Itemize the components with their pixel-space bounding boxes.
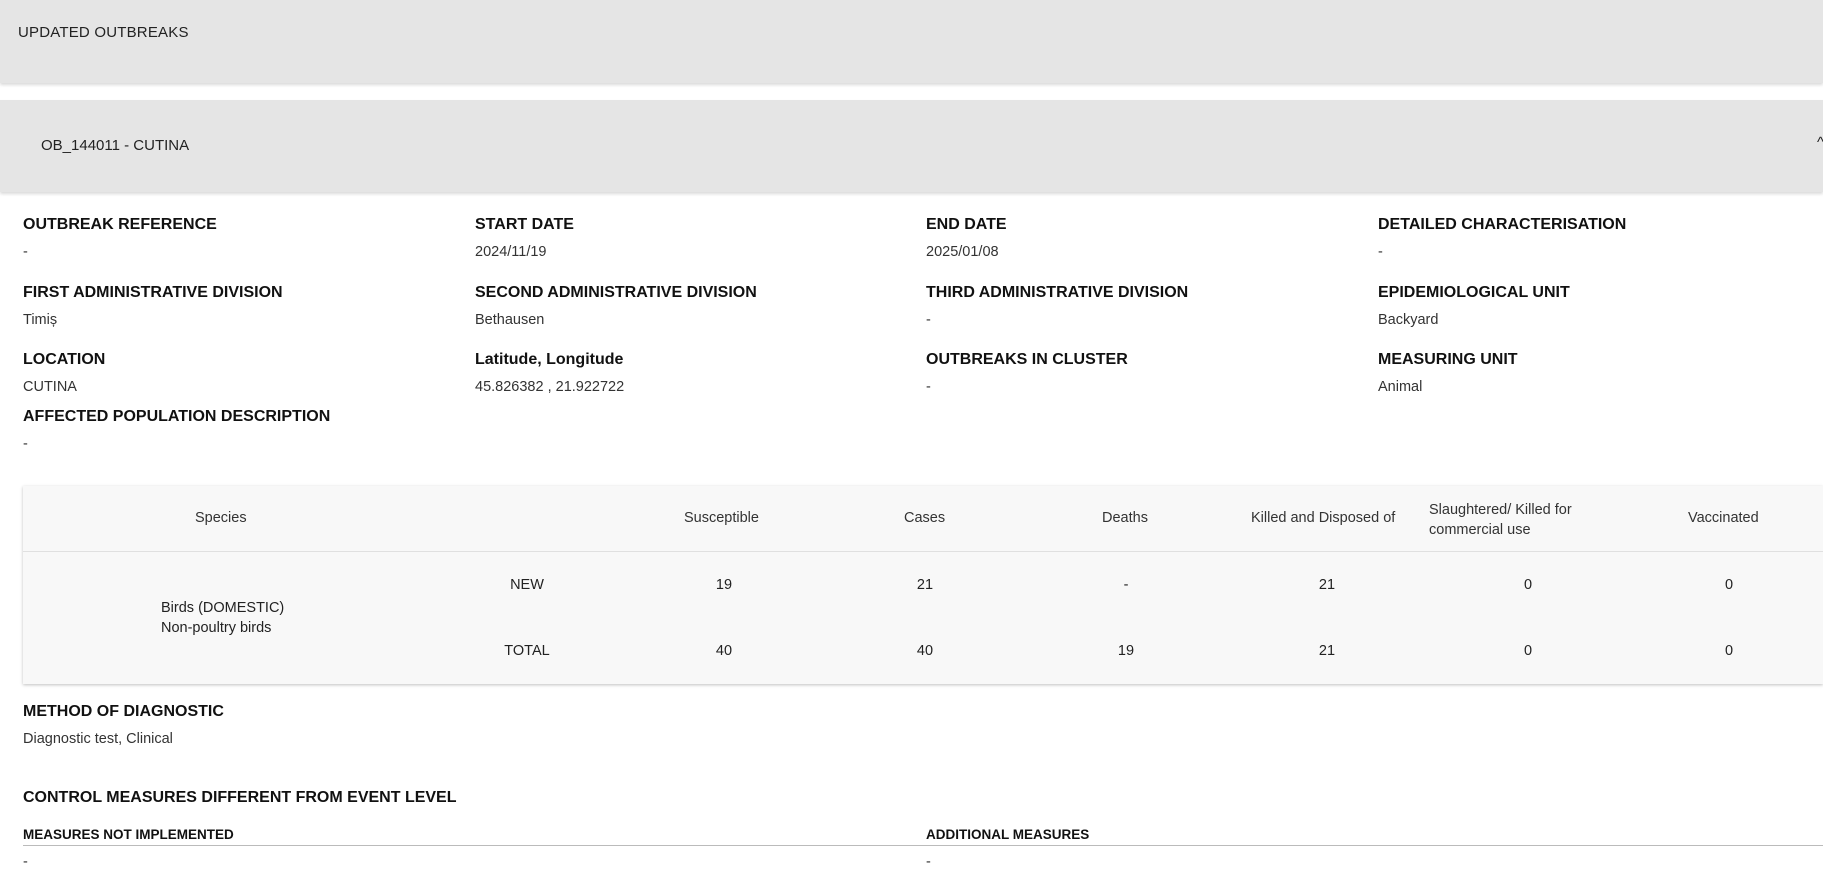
col-header-vaccinated: Vaccinated [1688, 510, 1759, 526]
row-new-killed: 21 [1318, 577, 1336, 593]
field-value: - [926, 379, 931, 395]
row-total-vaccinated: 0 [1724, 643, 1734, 659]
additional-measures-value: - [926, 854, 931, 870]
field-label: LOCATION [23, 351, 106, 368]
header-divider [23, 551, 1823, 552]
field-outbreak-reference: OUTBREAK REFERENCE - [23, 216, 217, 260]
field-label: OUTBREAK REFERENCE [23, 216, 217, 233]
field-detailed-characterisation: DETAILED CHARACTERISATION - [1378, 216, 1626, 260]
field-label: OUTBREAKS IN CLUSTER [926, 351, 1128, 368]
field-value: - [1378, 244, 1383, 260]
field-value: - [23, 854, 28, 870]
col-header-slaughtered-line1: Slaughtered/ Killed for [1429, 502, 1572, 518]
species-cell: Birds (DOMESTIC) Non-poultry birds [161, 598, 284, 638]
row-total-cases: 40 [916, 643, 934, 659]
col-header-species: Species [195, 510, 247, 526]
field-label: Latitude, Longitude [475, 351, 624, 368]
row-new-type: NEW [510, 577, 544, 593]
field-value: - [926, 312, 931, 328]
field-start-date: START DATE 2024/11/19 [475, 216, 574, 260]
row-total-slaughtered: 0 [1523, 643, 1533, 659]
field-measuring-unit: MEASURING UNIT Animal [1378, 351, 1518, 395]
field-second-admin-division: SECOND ADMINISTRATIVE DIVISION Bethausen [475, 284, 757, 328]
field-label: METHOD OF DIAGNOSTIC [23, 703, 224, 720]
field-value: - [926, 854, 931, 870]
field-label: START DATE [475, 216, 574, 233]
col-header-deaths: Deaths [1102, 510, 1148, 526]
field-value: - [23, 436, 28, 452]
species-subtype: Non-poultry birds [161, 620, 272, 636]
field-label: SECOND ADMINISTRATIVE DIVISION [475, 284, 757, 301]
field-affected-population: AFFECTED POPULATION DESCRIPTION - [23, 408, 330, 452]
updated-outbreaks-header[interactable]: UPDATED OUTBREAKS [0, 0, 1823, 83]
field-value: Animal [1378, 379, 1423, 395]
row-new-slaughtered: 0 [1523, 577, 1533, 593]
field-label: DETAILED CHARACTERISATION [1378, 216, 1627, 233]
field-value: Bethausen [475, 312, 545, 328]
collapse-chevron-icon[interactable]: ^ [1817, 134, 1823, 151]
field-value: Diagnostic test, Clinical [23, 731, 173, 747]
col-header-susceptible: Susceptible [684, 510, 759, 526]
field-value: 2024/11/19 [475, 244, 547, 260]
row-total-deaths: 19 [1117, 643, 1135, 659]
col-header-slaughtered-line2: commercial use [1429, 522, 1531, 538]
field-value: 2025/01/08 [926, 244, 999, 260]
row-total-type: TOTAL [504, 643, 550, 659]
measures-not-implemented-value: - [23, 854, 28, 870]
field-value: 45.826382 , 21.922722 [475, 379, 625, 395]
control-measures-heading: CONTROL MEASURES DIFFERENT FROM EVENT LE… [23, 789, 457, 806]
field-value: Timiș [23, 312, 58, 328]
section-title: UPDATED OUTBREAKS [18, 24, 189, 41]
field-location: LOCATION CUTINA [23, 351, 105, 395]
measures-not-implemented-label: MEASURES NOT IMPLEMENTED [23, 827, 234, 842]
field-outbreaks-in-cluster: OUTBREAKS IN CLUSTER - [926, 351, 1128, 395]
species-table: Species Susceptible Cases Deaths Killed … [23, 486, 1823, 684]
field-value: Backyard [1378, 312, 1439, 328]
field-end-date: END DATE 2025/01/08 [926, 216, 1007, 260]
row-total-killed: 21 [1318, 643, 1336, 659]
field-label: END DATE [926, 216, 1007, 233]
outbreak-title: OB_144011 - CUTINA [41, 137, 190, 154]
col-header-killed: Killed and Disposed of [1251, 510, 1396, 526]
field-first-admin-division: FIRST ADMINISTRATIVE DIVISION Timiș [23, 284, 283, 328]
col-header-cases: Cases [904, 510, 946, 526]
field-label: FIRST ADMINISTRATIVE DIVISION [23, 284, 283, 301]
field-epidemiological-unit: EPIDEMIOLOGICAL UNIT Backyard [1378, 284, 1570, 328]
measures-divider [23, 845, 1823, 846]
field-value: - [23, 244, 28, 260]
field-label: THIRD ADMINISTRATIVE DIVISION [926, 284, 1189, 301]
control-measures-title: CONTROL MEASURES DIFFERENT FROM EVENT LE… [23, 789, 457, 807]
row-new-susceptible: 19 [715, 577, 733, 593]
row-new-deaths: - [1123, 577, 1129, 593]
row-total-susceptible: 40 [715, 643, 733, 659]
col-header-slaughtered: Slaughtered/ Killed for commercial use [1429, 500, 1572, 540]
field-method-of-diagnostic: METHOD OF DIAGNOSTIC Diagnostic test, Cl… [23, 703, 224, 747]
additional-measures-label: ADDITIONAL MEASURES [926, 827, 1090, 842]
field-label: EPIDEMIOLOGICAL UNIT [1378, 284, 1570, 301]
field-latitude-longitude: Latitude, Longitude 45.826382 , 21.92272… [475, 351, 624, 395]
field-third-admin-division: THIRD ADMINISTRATIVE DIVISION - [926, 284, 1188, 328]
species-name: Birds (DOMESTIC) [161, 600, 285, 616]
field-label: AFFECTED POPULATION DESCRIPTION [23, 408, 331, 425]
row-new-cases: 21 [916, 577, 934, 593]
row-new-vaccinated: 0 [1724, 577, 1734, 593]
outbreak-accordion-header[interactable]: OB_144011 - CUTINA ^ [0, 100, 1823, 192]
field-label: MEASURING UNIT [1378, 351, 1518, 368]
field-value: CUTINA [23, 379, 77, 395]
